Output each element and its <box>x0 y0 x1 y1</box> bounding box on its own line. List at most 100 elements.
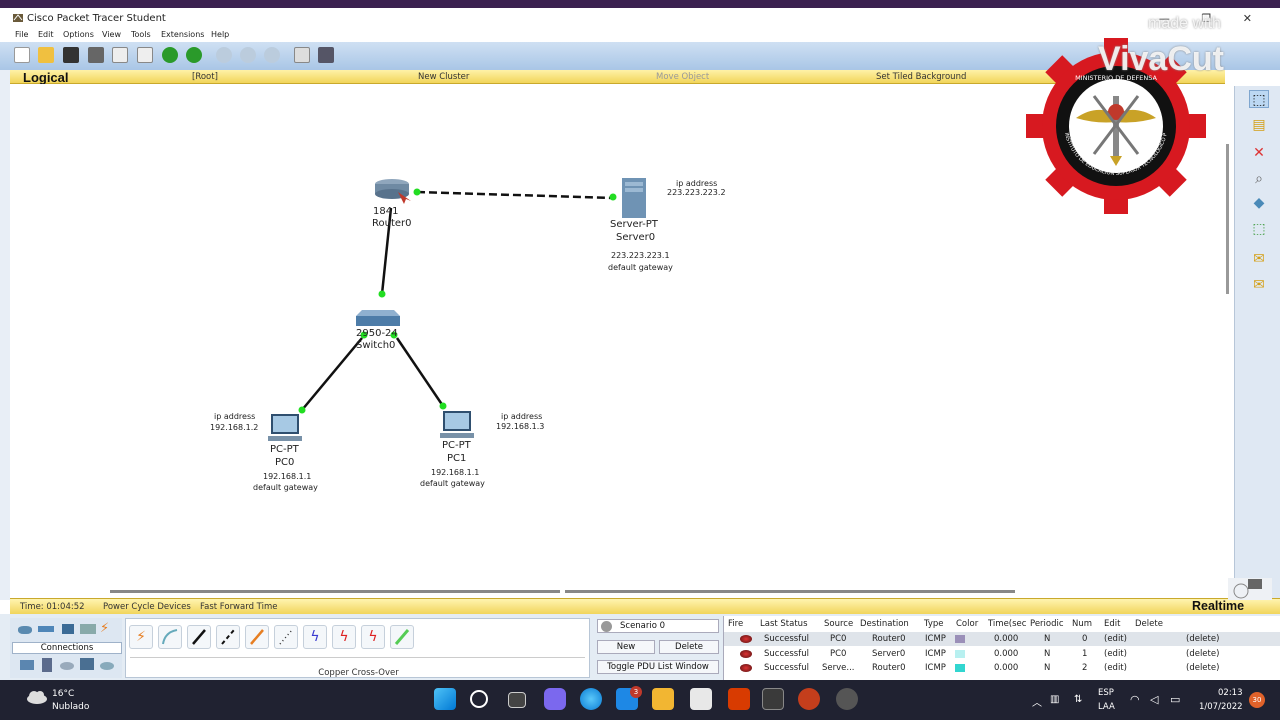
edge-icon[interactable] <box>580 688 602 710</box>
tray-app-icon[interactable]: ▥ <box>1050 694 1059 705</box>
copper-straight-icon[interactable] <box>187 625 211 649</box>
recorder-icon[interactable] <box>836 688 858 710</box>
zoom-out-icon[interactable] <box>264 47 280 63</box>
pdu-row[interactable]: Successful Serve... Router0 ICMP 0.000 N… <box>724 661 1280 675</box>
print-icon[interactable] <box>88 47 104 63</box>
menu-view[interactable]: View <box>102 30 121 39</box>
pdu-delete-link[interactable]: (delete) <box>1186 663 1219 673</box>
fire-icon[interactable] <box>740 650 752 658</box>
office-icon[interactable] <box>728 688 750 710</box>
zoom-reset-icon[interactable] <box>240 47 256 63</box>
wifi-icon[interactable]: ◠ <box>1130 693 1140 706</box>
language-layout[interactable]: LAA <box>1098 702 1115 712</box>
language-code[interactable]: ESP <box>1098 688 1114 698</box>
note-icon[interactable]: ▤ <box>1249 116 1269 134</box>
menu-options[interactable]: Options <box>63 30 94 39</box>
logical-mode-label[interactable]: Logical <box>23 70 69 85</box>
fire-icon[interactable] <box>740 635 752 643</box>
auto-cable-icon[interactable]: ⚡ <box>129 625 153 649</box>
copy-icon[interactable] <box>137 47 153 63</box>
pdu-edit-link[interactable]: (edit) <box>1104 649 1127 659</box>
wireless-icon[interactable] <box>80 624 96 634</box>
scenario-select[interactable]: Scenario 0 <box>597 619 719 633</box>
clock-date[interactable]: 1/07/2022 <box>1199 702 1243 712</box>
console-cable-icon[interactable] <box>158 625 182 649</box>
security-icon[interactable] <box>42 658 52 672</box>
notification-badge[interactable]: 30 <box>1249 692 1265 708</box>
switch-pc1-link[interactable] <box>395 337 445 407</box>
power-cycle-button[interactable]: Power Cycle Devices <box>103 602 191 612</box>
battery-icon[interactable]: ▭ <box>1170 693 1180 706</box>
routers-icon[interactable] <box>18 626 32 634</box>
octal-cable-icon[interactable] <box>390 625 414 649</box>
cable-scrollbar[interactable] <box>130 657 585 665</box>
vertical-scrollbar[interactable] <box>1225 86 1234 596</box>
select-icon[interactable]: ⬚ <box>1249 90 1269 108</box>
end-devices-icon[interactable] <box>20 660 34 670</box>
pc0-icon[interactable] <box>268 414 302 441</box>
fiber-icon[interactable] <box>245 625 269 649</box>
toggle-pdu-list-button[interactable]: Toggle PDU List Window <box>597 660 719 674</box>
activity-wizard-icon[interactable] <box>112 47 128 63</box>
zoom-in-icon[interactable] <box>216 47 232 63</box>
inspect-icon[interactable]: ⌕ <box>1249 170 1269 188</box>
open-folder-icon[interactable] <box>38 47 54 63</box>
serial-dte-icon[interactable]: ϟ <box>361 625 385 649</box>
menu-tools[interactable]: Tools <box>131 30 151 39</box>
pdu-delete-link[interactable]: (delete) <box>1186 649 1219 659</box>
new-cluster-button[interactable]: New Cluster <box>418 72 469 82</box>
save-icon[interactable] <box>63 47 79 63</box>
file-explorer-icon[interactable] <box>652 688 674 710</box>
tray-tools-icon[interactable]: ⇅ <box>1074 694 1082 705</box>
wan-emulation-icon[interactable] <box>60 662 74 670</box>
copper-crossover-icon[interactable] <box>216 625 240 649</box>
realtime-mode-label[interactable]: Realtime <box>1192 599 1244 613</box>
tray-chevron-icon[interactable]: ︿ <box>1032 694 1042 709</box>
menu-help[interactable]: Help <box>211 30 229 39</box>
switch-icon[interactable] <box>356 310 400 326</box>
volume-icon[interactable]: ◁ <box>1150 693 1158 706</box>
connections-icon[interactable]: ⚡ <box>100 621 109 636</box>
move-object-button[interactable]: Move Object <box>656 72 709 82</box>
undo-icon[interactable] <box>162 47 178 63</box>
pdu-edit-link[interactable]: (edit) <box>1104 663 1127 673</box>
pdu-delete-link[interactable]: (delete) <box>1186 634 1219 644</box>
pc1-icon[interactable] <box>440 411 474 438</box>
custom-device-icon[interactable] <box>318 47 334 63</box>
add-complex-pdu-icon[interactable]: ✉ <box>1249 276 1269 294</box>
search-icon[interactable] <box>470 690 488 708</box>
menu-edit[interactable]: Edit <box>38 30 54 39</box>
clock-time[interactable]: 02:13 <box>1218 688 1243 698</box>
horizontal-scrollbar[interactable] <box>10 586 1225 594</box>
realtime-clock-icon[interactable] <box>1228 578 1272 600</box>
switch-pc0-link[interactable] <box>301 337 363 411</box>
menu-file[interactable]: File <box>15 30 28 39</box>
pdu-row[interactable]: Successful PC0 Router0 ICMP 0.000 N 0 (e… <box>724 632 1280 646</box>
serial-dce-icon[interactable]: ϟ <box>332 625 356 649</box>
delete-scenario-button[interactable]: Delete <box>659 640 719 654</box>
place-note-icon[interactable]: ⬚ <box>1249 220 1269 238</box>
new-file-icon[interactable] <box>14 47 30 63</box>
task-view-icon[interactable] <box>508 692 526 708</box>
delete-icon[interactable]: ✕ <box>1249 144 1269 162</box>
router-icon[interactable] <box>375 179 411 204</box>
fast-forward-button[interactable]: Fast Forward Time <box>200 602 277 612</box>
server-icon[interactable] <box>622 178 646 218</box>
packet-tracer-task-icon[interactable] <box>762 688 784 710</box>
switches-icon[interactable] <box>38 626 54 632</box>
resize-shape-icon[interactable]: ◆ <box>1249 194 1269 212</box>
set-tiled-background-button[interactable]: Set Tiled Background <box>876 72 966 82</box>
redo-icon[interactable] <box>186 47 202 63</box>
info-icon[interactable] <box>601 621 612 632</box>
pdu-row[interactable]: Successful PC0 Server0 ICMP 0.000 N 1 (e… <box>724 647 1280 661</box>
menu-extensions[interactable]: Extensions <box>161 30 204 39</box>
root-label[interactable]: [Root] <box>192 72 218 82</box>
start-icon[interactable] <box>434 688 456 710</box>
phone-cable-icon[interactable] <box>274 625 298 649</box>
add-simple-pdu-icon[interactable]: ✉ <box>1249 250 1269 268</box>
store-icon[interactable] <box>690 688 712 710</box>
chat-icon[interactable] <box>544 688 566 710</box>
new-scenario-button[interactable]: New <box>597 640 655 654</box>
pdu-edit-link[interactable]: (edit) <box>1104 634 1127 644</box>
custom-devices-icon[interactable] <box>80 658 94 670</box>
